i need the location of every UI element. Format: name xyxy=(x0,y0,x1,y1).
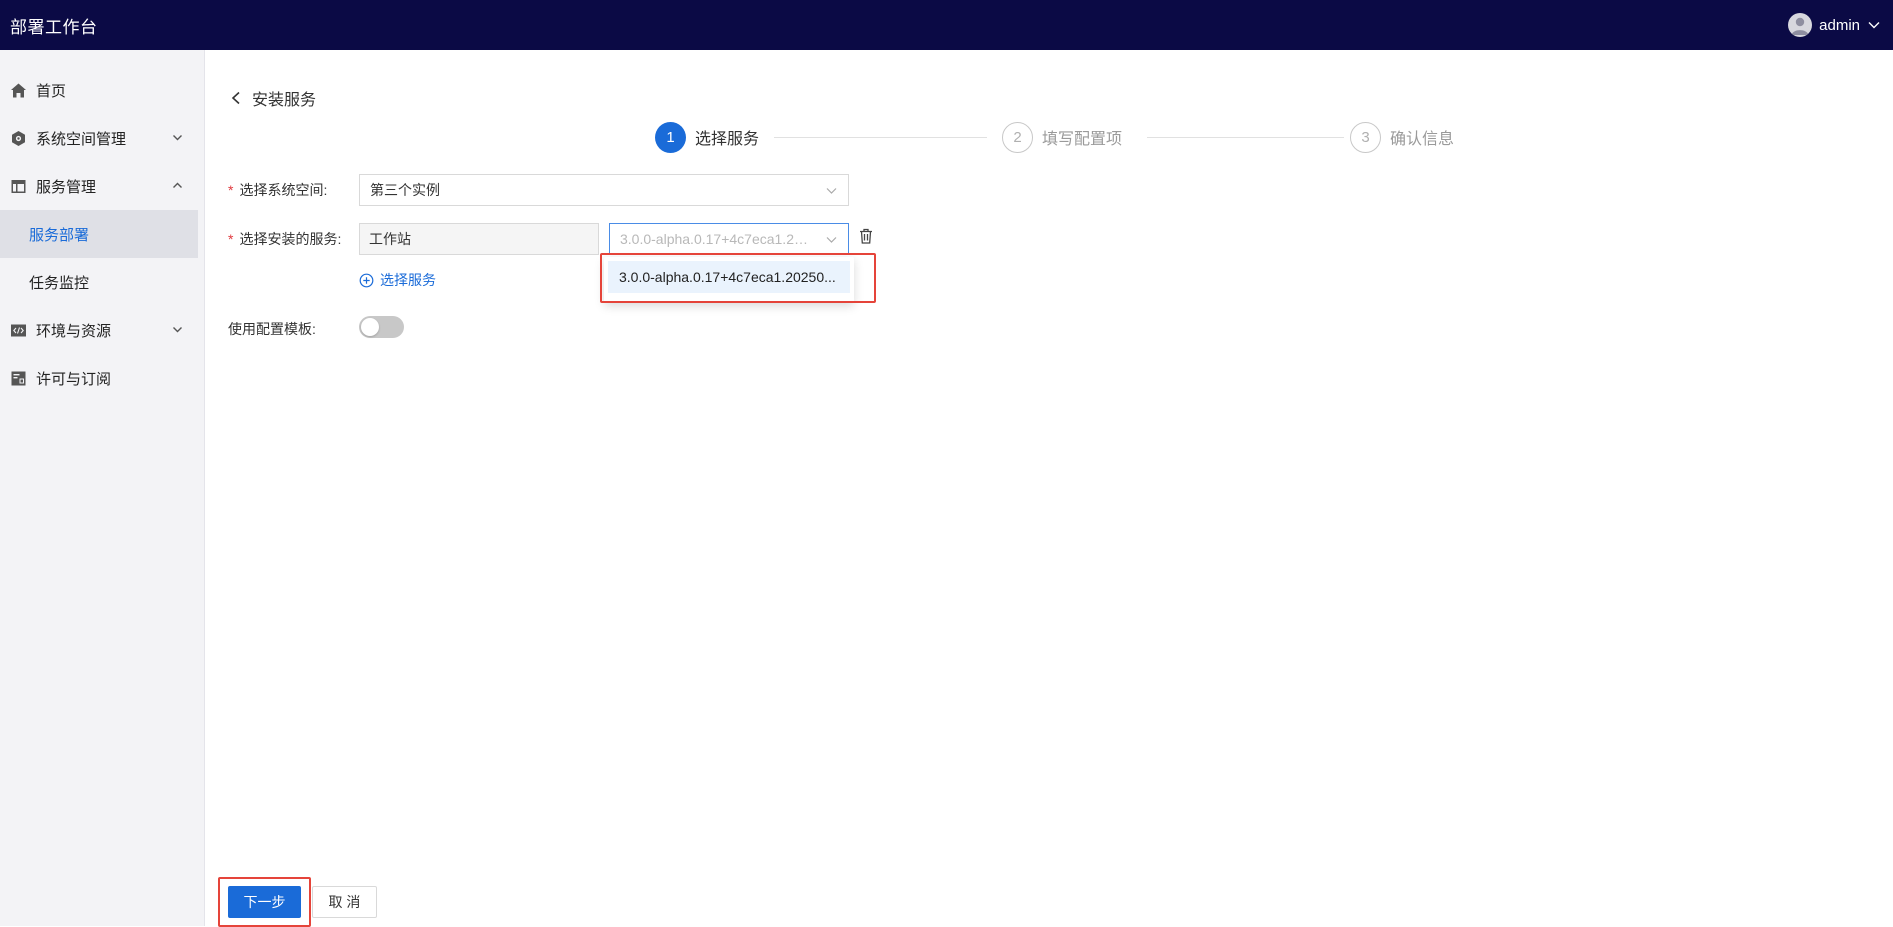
toggle-knob xyxy=(361,318,379,336)
layout-icon xyxy=(10,178,27,195)
chevron-down-icon xyxy=(173,327,182,333)
service-label-text: 选择安装的服务: xyxy=(239,231,342,247)
step-3: 3 确认信息 xyxy=(1350,121,1454,153)
license-icon xyxy=(10,370,27,387)
user-menu[interactable]: admin xyxy=(1788,13,1881,37)
required-asterisk: * xyxy=(228,182,234,198)
app-title: 部署工作台 xyxy=(10,17,98,37)
sidebar-item-label: 首页 xyxy=(36,82,67,100)
sidebar-subitem-task-monitor[interactable]: 任务监控 xyxy=(0,258,198,306)
sidebar-subitem-service-deploy[interactable]: 服务部署 xyxy=(0,210,198,258)
chevron-left-icon xyxy=(231,91,240,105)
sidebar-item-service-management[interactable]: 服务管理 xyxy=(0,162,204,210)
chevron-up-icon xyxy=(173,182,182,188)
space-label: * 选择系统空间: xyxy=(228,180,327,200)
step-number: 2 xyxy=(1002,121,1033,153)
step-label: 填写配置项 xyxy=(1042,131,1123,148)
next-button[interactable]: 下一步 xyxy=(228,886,301,918)
version-select[interactable]: 3.0.0-alpha.0.17+4c7eca1.202... xyxy=(609,223,849,255)
step-connector xyxy=(1147,137,1344,138)
sidebar-item-label: 服务管理 xyxy=(36,178,97,196)
chevron-down-icon xyxy=(1868,22,1880,29)
cancel-button[interactable]: 取 消 xyxy=(312,886,377,918)
template-toggle[interactable] xyxy=(359,316,404,338)
user-name: admin xyxy=(1819,16,1860,34)
sidebar-item-license[interactable]: 许可与订阅 xyxy=(0,354,204,402)
user-avatar-icon xyxy=(1788,13,1813,37)
version-option[interactable]: 3.0.0-alpha.0.17+4c7eca1.20250... xyxy=(608,261,850,293)
sidebar-item-system-space[interactable]: 系统空间管理 xyxy=(0,114,204,162)
step-number: 1 xyxy=(655,121,686,153)
step-label: 确认信息 xyxy=(1390,131,1455,148)
version-dropdown: 3.0.0-alpha.0.17+4c7eca1.20250... xyxy=(604,257,854,303)
page-title: 安装服务 xyxy=(252,92,317,109)
step-1: 1 选择服务 xyxy=(655,121,759,153)
sidebar-item-home[interactable]: 首页 xyxy=(0,66,204,114)
service-label: * 选择安装的服务: xyxy=(228,229,341,249)
chevron-down-icon xyxy=(826,188,837,194)
service-name-input: 工作站 xyxy=(359,223,599,255)
step-2: 2 填写配置项 xyxy=(1002,121,1122,153)
system-space-value: 第三个实例 xyxy=(370,182,440,198)
system-space-select[interactable]: 第三个实例 xyxy=(359,174,849,206)
version-placeholder: 3.0.0-alpha.0.17+4c7eca1.202... xyxy=(620,231,810,247)
plus-circle-icon xyxy=(359,273,374,287)
required-asterisk: * xyxy=(228,231,234,247)
add-service-label: 选择服务 xyxy=(380,272,436,288)
sidebar-item-label: 许可与订阅 xyxy=(36,370,112,388)
add-service-button[interactable]: 选择服务 xyxy=(359,270,436,290)
home-icon xyxy=(10,82,27,99)
space-label-text: 选择系统空间: xyxy=(239,182,328,198)
back-button[interactable]: 安装服务 xyxy=(230,86,316,110)
hexagon-gear-icon xyxy=(10,130,27,147)
step-connector xyxy=(774,137,987,138)
sidebar-item-label: 系统空间管理 xyxy=(36,130,127,148)
stepper: 1 选择服务 2 填写配置项 3 确认信息 xyxy=(655,121,1475,153)
step-label: 选择服务 xyxy=(695,131,760,148)
top-header: 部署工作台 admin xyxy=(0,0,1893,50)
chevron-down-icon xyxy=(826,237,837,243)
chevron-down-icon xyxy=(173,135,182,141)
service-name-value: 工作站 xyxy=(369,231,411,247)
step-number: 3 xyxy=(1350,121,1381,153)
code-icon xyxy=(10,322,27,339)
sidebar: 首页 系统空间管理 服务管理 服务部署 任务监控 环境与资源 许可与订阅 xyxy=(0,50,205,926)
sidebar-item-label: 环境与资源 xyxy=(36,322,112,340)
sidebar-item-environment[interactable]: 环境与资源 xyxy=(0,306,204,354)
main-content: 安装服务 1 选择服务 2 填写配置项 3 确认信息 * 选择系统空间: 第三个… xyxy=(206,50,1893,927)
template-label: 使用配置模板: xyxy=(228,319,316,339)
template-label-text: 使用配置模板: xyxy=(228,321,316,337)
trash-icon[interactable] xyxy=(857,227,875,245)
